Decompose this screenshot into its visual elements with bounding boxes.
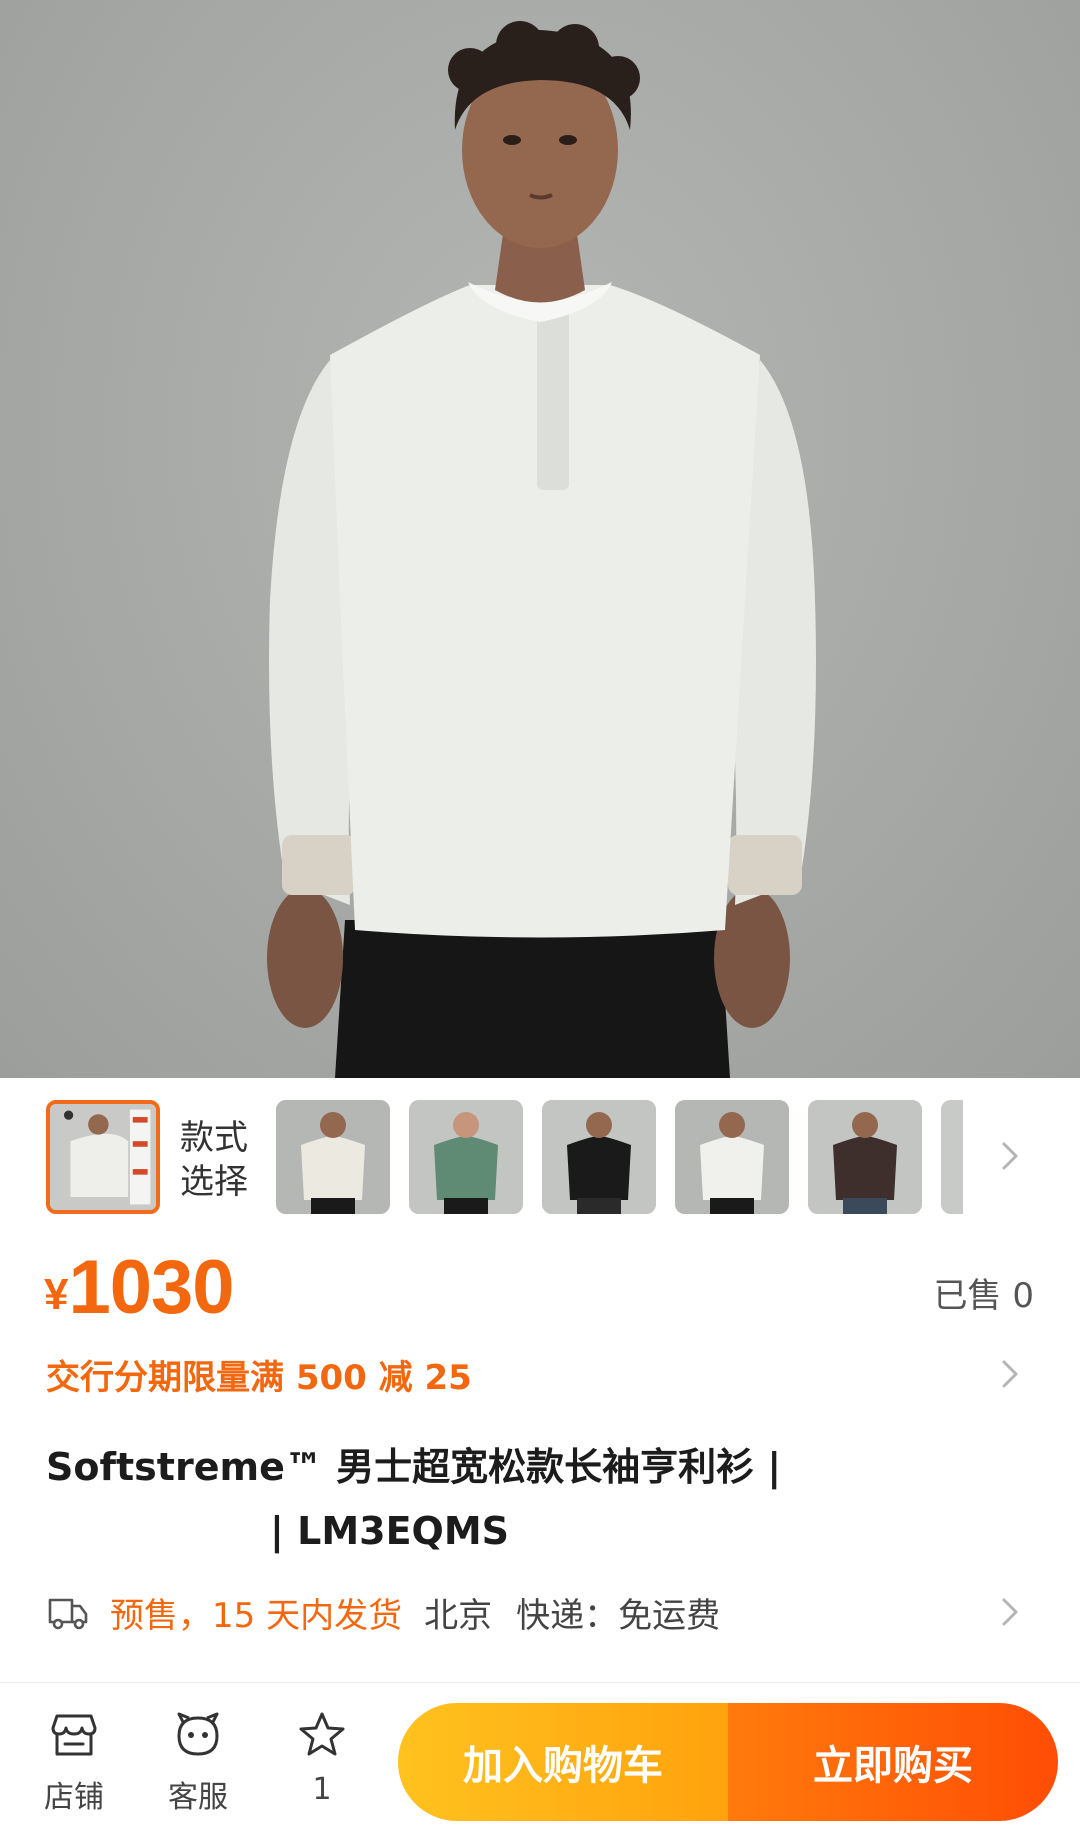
variant-label: 款式 选择 (180, 1118, 248, 1202)
product-title-line1: Softstreme™ 男士超宽松款长袖亨利衫 | (46, 1445, 782, 1489)
store-button[interactable]: 店铺 (24, 1706, 124, 1816)
variant-thumbnail-2[interactable] (276, 1100, 390, 1214)
variant-thumbnail-partial[interactable] (941, 1100, 963, 1214)
variant-selector: 款式 选择 (0, 1078, 1080, 1218)
favorite-count: 1 (312, 1772, 332, 1807)
promo-chevron-icon[interactable] (995, 1354, 1025, 1394)
shipping-info[interactable]: 预售，15 天内发货 北京 快递：免运费 (46, 1587, 744, 1637)
store-label: 店铺 (44, 1780, 104, 1815)
customer-service-label: 客服 (168, 1780, 228, 1815)
favorite-button[interactable]: 1 (272, 1706, 372, 1807)
presale-text: 预售，15 天内发货 (110, 1595, 403, 1636)
sold-count: 已售 0 (933, 1276, 1034, 1316)
shipping-chevron-icon[interactable] (995, 1592, 1025, 1632)
add-to-cart-button[interactable]: 加入购物车 (398, 1703, 728, 1821)
promo-text[interactable]: 交行分期限量满 500 减 25 (46, 1350, 472, 1399)
buy-now-button[interactable]: 立即购买 (728, 1703, 1058, 1821)
star-icon (299, 1712, 345, 1756)
variant-thumbnail-5[interactable] (675, 1100, 789, 1214)
ship-location: 北京 (424, 1595, 493, 1636)
customer-service-button[interactable]: 客服 (148, 1706, 248, 1816)
product-title-line2: | LM3EQMS (270, 1509, 510, 1553)
store-icon (51, 1714, 97, 1756)
product-detail-page: 款式 选择 ¥1030 已售 0 交行分期限量满 500 减 25 Softst… (0, 0, 1080, 1839)
ship-delivery: 快递：免运费 (516, 1595, 721, 1636)
variant-thumbnail-3[interactable] (409, 1100, 523, 1214)
customer-service-icon (177, 1712, 219, 1756)
product-title: Softstreme™ 男士超宽松款长袖亨利衫 | | LM3EQMS (46, 1435, 846, 1563)
truck-icon (46, 1592, 90, 1632)
variant-thumbnail-4[interactable] (542, 1100, 656, 1214)
price-currency: ¥ (44, 1270, 69, 1319)
price-amount: 1030 (68, 1245, 234, 1330)
product-price: ¥1030 (44, 1244, 235, 1331)
bottom-divider (0, 1682, 1080, 1683)
variant-thumbnail-6[interactable] (808, 1100, 922, 1214)
variant-thumbnail-selected[interactable] (46, 1100, 160, 1214)
product-hero-image[interactable] (0, 0, 1080, 1078)
variant-more-chevron-icon[interactable] (995, 1136, 1025, 1176)
